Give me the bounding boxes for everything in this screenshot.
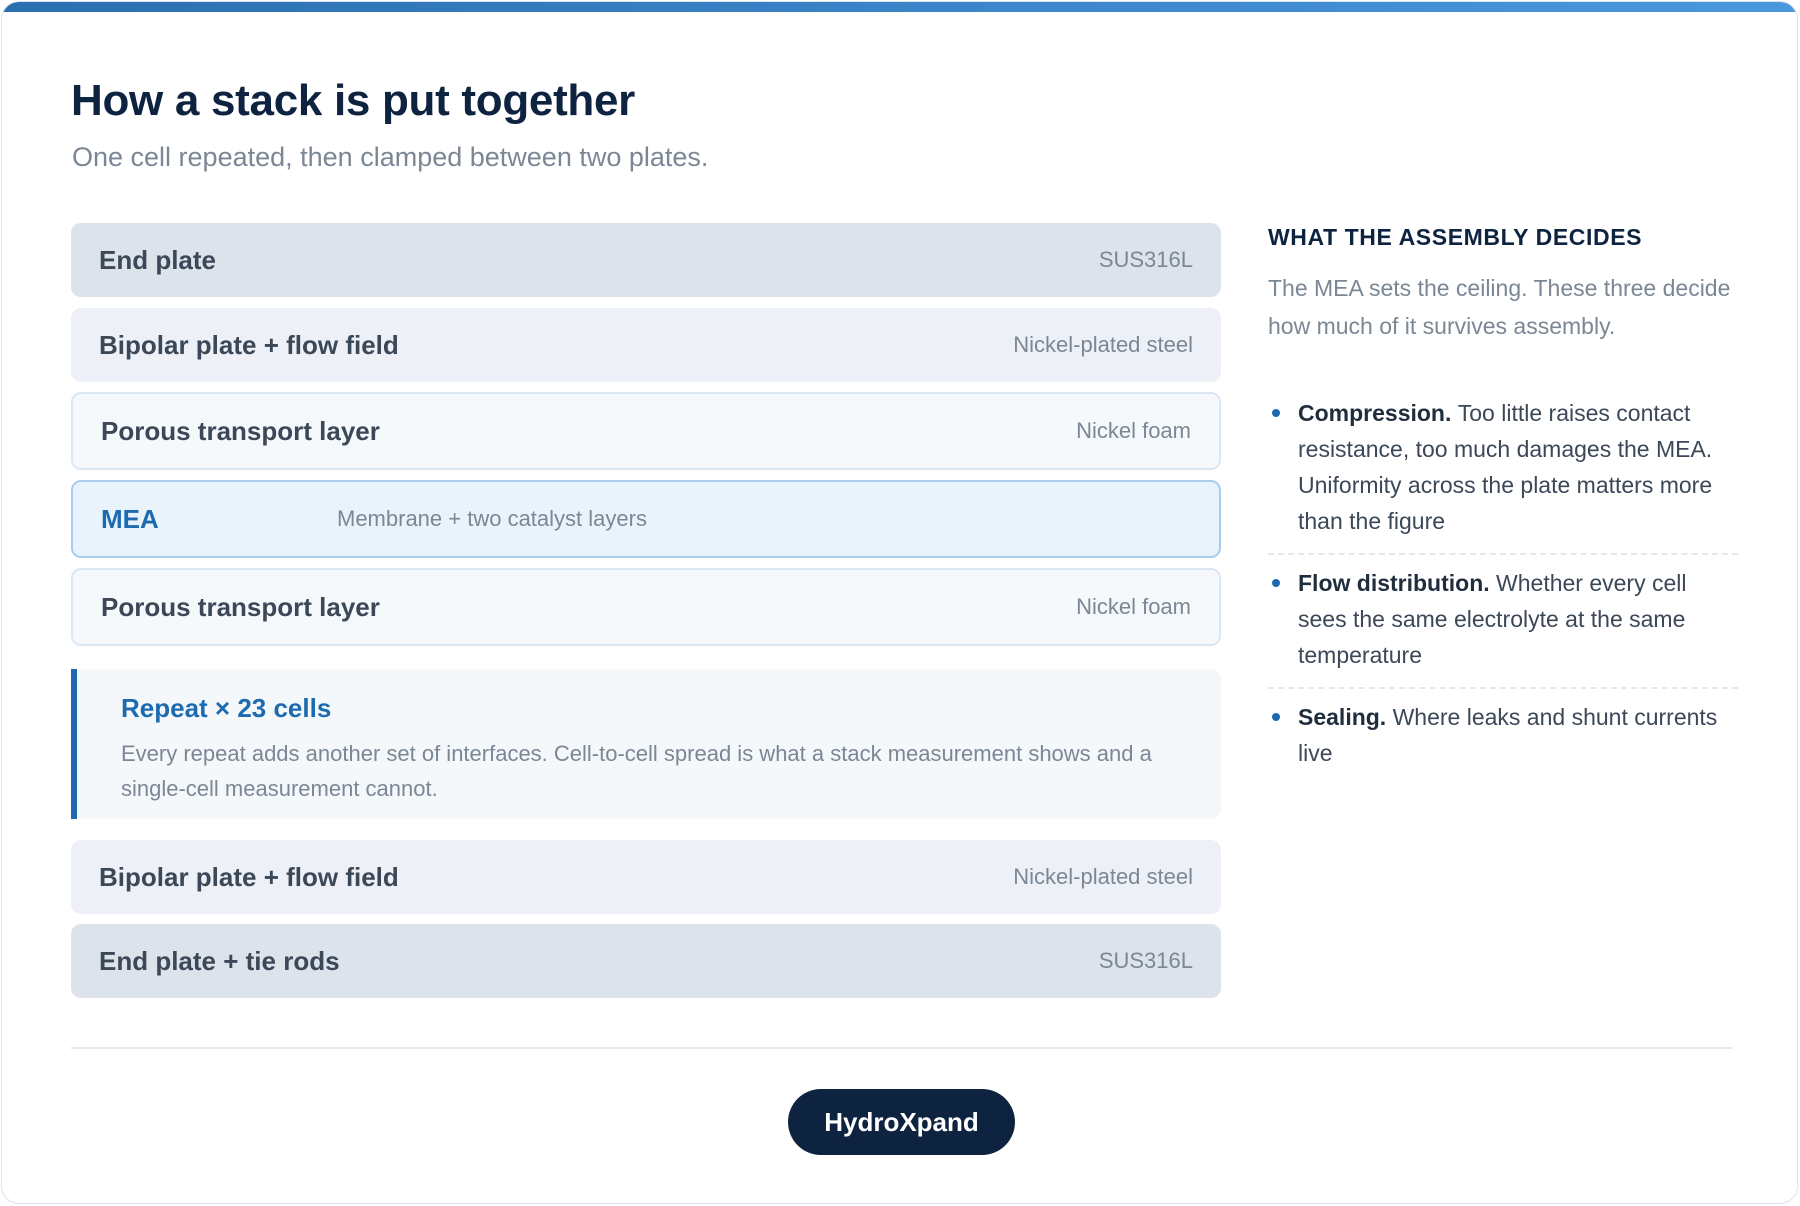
list-item: Sealing. Where leaks and shunt currents … [1268,689,1738,785]
layer-end-plate: End plate SUS316L [71,223,1221,297]
repeat-callout: Repeat × 23 cells Every repeat adds anot… [71,669,1221,819]
bullet-icon [1272,579,1280,587]
layer-bipolar-plate: Bipolar plate + flow field Nickel-plated… [71,308,1221,382]
bullet-icon [1272,713,1280,721]
point-lead: Compression. [1298,400,1458,426]
layer-material: SUS316L [1098,948,1193,973]
layer-porous-transport: Porous transport layer Nickel foam [71,568,1221,646]
layer-material: SUS316L [1098,247,1193,272]
layer-name: Porous transport layer [101,591,380,622]
sidebar-intro: The MEA sets the ceiling. These three de… [1268,275,1731,339]
layer-name: End plate + tie rods [99,945,340,976]
accent-bar [2,2,1797,12]
layer-material: Nickel foam [1076,418,1191,443]
sidebar-points: Compression. Too little raises contact r… [1268,385,1738,785]
layer-porous-transport: Porous transport layer Nickel foam [71,392,1221,470]
layer-name: End plate [99,244,217,275]
footer-divider [71,1047,1732,1049]
layer-name: Bipolar plate + flow field [99,329,399,360]
repeat-title: Repeat × 23 cells [121,693,332,723]
layer-name: Bipolar plate + flow field [99,861,399,892]
layer-material: Nickel-plated steel [1013,332,1193,357]
layer-name: MEA [101,503,159,534]
list-item: Flow distribution. Whether every cell se… [1268,555,1738,689]
layer-name: Porous transport layer [101,415,380,446]
stack-card: How a stack is put together One cell rep… [1,1,1798,1204]
sidebar: WHAT THE ASSEMBLY DECIDES The MEA sets t… [1268,224,1738,785]
list-item: Compression. Too little raises contact r… [1268,385,1738,555]
layer-material: Nickel foam [1076,594,1191,619]
sidebar-title: WHAT THE ASSEMBLY DECIDES [1268,224,1643,250]
point-lead: Sealing. [1298,704,1393,730]
page-subtitle: One cell repeated, then clamped between … [72,142,709,172]
point-lead: Flow distribution. [1298,570,1497,596]
layer-end-plate: End plate + tie rods SUS316L [71,924,1221,998]
bullet-icon [1272,409,1280,417]
brand-button[interactable]: HydroXpand [788,1089,1015,1155]
layer-bipolar-plate: Bipolar plate + flow field Nickel-plated… [71,840,1221,914]
page-title: How a stack is put together [71,76,636,125]
layer-material: Membrane + two catalyst layers [337,506,647,531]
layer-material: Nickel-plated steel [1013,864,1193,889]
layer-mea: MEA Membrane + two catalyst layers [71,480,1221,558]
repeat-text: Every repeat adds another set of interfa… [121,741,1152,801]
